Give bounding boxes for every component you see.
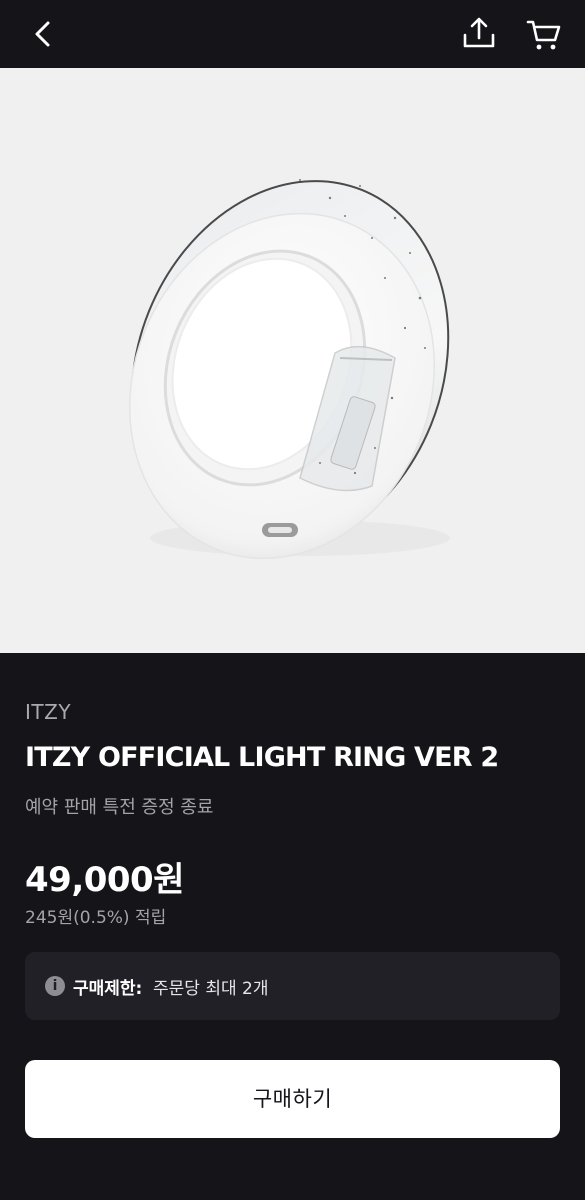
top-navigation-bar <box>0 0 585 68</box>
product-price: 49,000원 <box>25 860 184 900</box>
purchase-limit-value: 주문당 최대 2개 <box>153 979 269 999</box>
info-icon: i <box>45 976 65 996</box>
purchase-limit-notice: i 구매제한: 주문당 최대 2개 <box>25 952 560 1020</box>
light-ring-illustration <box>129 179 450 560</box>
buy-button[interactable]: 구매하기 <box>25 1060 560 1138</box>
product-notice: 예약 판매 특전 증정 종료 <box>25 797 214 818</box>
cart-button[interactable] <box>522 14 564 54</box>
back-button[interactable] <box>26 14 62 54</box>
product-image[interactable] <box>0 68 585 653</box>
chevron-left-icon <box>35 21 50 47</box>
share-button[interactable] <box>458 14 500 54</box>
product-title: ITZY OFFICIAL LIGHT RING VER 2 <box>25 742 499 773</box>
reward-points: 245원(0.5%) 적립 <box>25 908 167 928</box>
purchase-limit-label: 구매제한: <box>73 979 143 999</box>
brand-name[interactable]: ITZY <box>25 700 71 724</box>
share-upload-icon <box>463 17 495 48</box>
shopping-cart-icon <box>526 20 561 50</box>
